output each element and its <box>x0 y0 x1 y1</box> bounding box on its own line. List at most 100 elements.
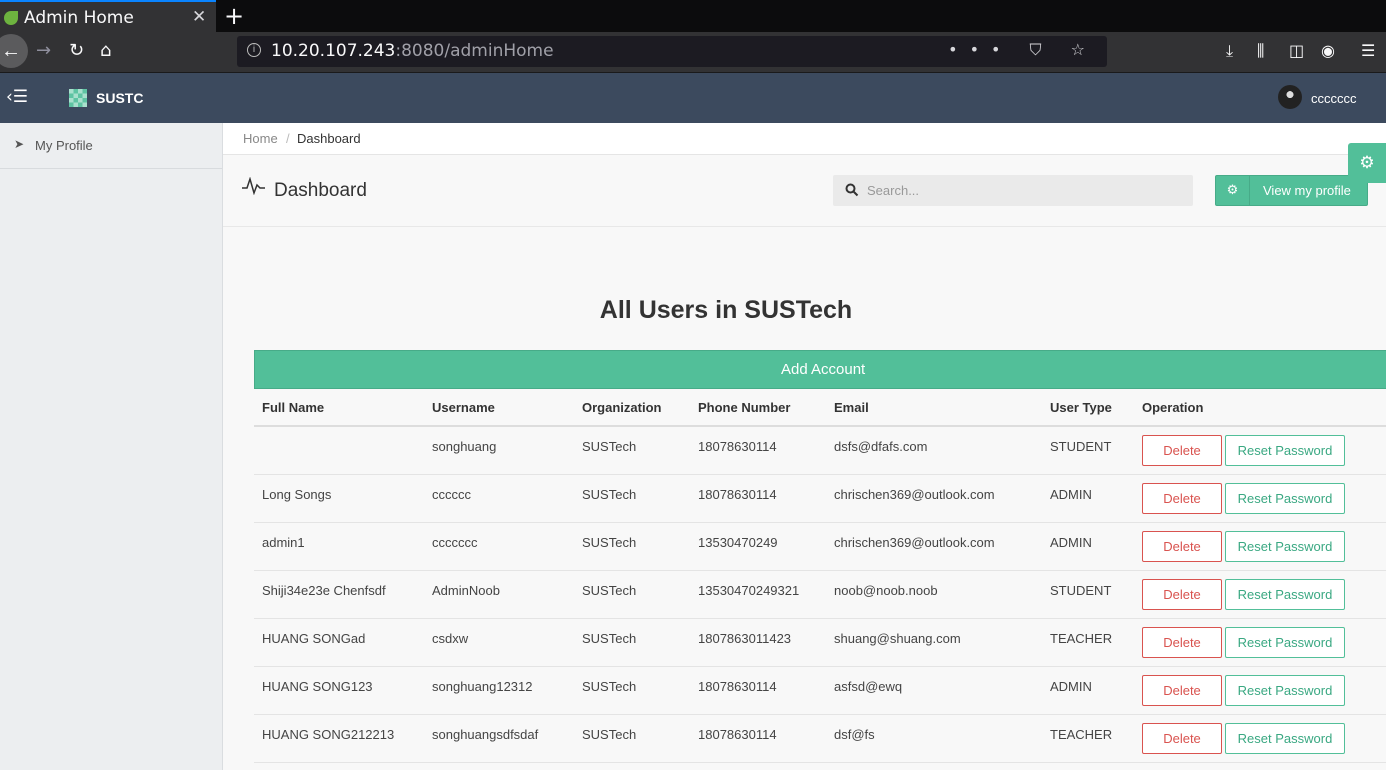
add-account-button[interactable]: Add Account <box>254 350 1386 389</box>
delete-button[interactable]: Delete <box>1142 531 1222 562</box>
url-path: :8080/adminHome <box>395 41 554 61</box>
table-row: HUANG SONGad csdxw SUSTech 1807863011423… <box>254 619 1386 667</box>
users-heading: All Users in SUSTech <box>223 296 1386 325</box>
cell-email: chrischen369@outlook.com <box>834 487 995 502</box>
cell-email: asfsd@ewq <box>834 679 903 694</box>
reset-password-button[interactable]: Reset Password <box>1225 483 1345 514</box>
breadcrumb-home-link[interactable]: Home <box>243 131 278 146</box>
table-row: HUANG SONG123 songhuang12312 SUSTech 180… <box>254 667 1386 715</box>
column-header-operation: Operation <box>1142 400 1204 415</box>
user-name[interactable]: ccccccc <box>1311 91 1357 106</box>
delete-button[interactable]: Delete <box>1142 627 1222 658</box>
cell-email: noob@noob.noob <box>834 583 938 598</box>
view-my-profile-button[interactable]: ⚙ View my profile <box>1215 175 1368 206</box>
gear-icon: ⚙ <box>1216 176 1250 205</box>
reload-icon[interactable]: ↻ <box>69 40 84 61</box>
leaf-favicon-icon <box>4 11 18 25</box>
reset-password-button[interactable]: Reset Password <box>1225 723 1345 754</box>
url-bar[interactable]: i 10.20.107.243:8080/adminHome ••• ⛉ ☆ <box>237 36 1107 67</box>
reset-password-button[interactable]: Reset Password <box>1225 579 1345 610</box>
column-header-full-name: Full Name <box>262 400 325 415</box>
delete-button[interactable]: Delete <box>1142 483 1222 514</box>
delete-button[interactable]: Delete <box>1142 579 1222 610</box>
page-actions-icons[interactable]: ••• ⛉ ☆ <box>948 40 1097 60</box>
cell-organization: SUSTech <box>582 583 637 598</box>
cell-phone: 18078630114 <box>698 439 777 454</box>
tab-title: Admin Home <box>24 8 134 28</box>
cell-phone: 1807863011423 <box>698 631 792 646</box>
cell-username: cccccc <box>432 487 471 502</box>
column-header-organization: Organization <box>582 400 662 415</box>
page-title: Dashboard <box>274 180 367 201</box>
cell-user-type: TEACHER <box>1050 631 1113 646</box>
cell-user-type: ADMIN <box>1050 487 1092 502</box>
column-header-email: Email <box>834 400 869 415</box>
page-header: Dashboard ⚙ View my profile <box>223 155 1386 227</box>
pulse-icon <box>242 177 265 195</box>
table-row: Shiji34e23e Chenfsdf AdminNoob SUSTech 1… <box>254 571 1386 619</box>
cell-user-type: STUDENT <box>1050 439 1112 454</box>
new-tab-button[interactable]: + <box>224 2 244 30</box>
breadcrumb: Home / Dashboard <box>223 123 1386 155</box>
reset-password-button[interactable]: Reset Password <box>1225 435 1345 466</box>
cell-phone: 18078630114 <box>698 679 777 694</box>
search-icon <box>845 183 859 197</box>
column-header-username: Username <box>432 400 495 415</box>
cell-full-name: HUANG SONG123 <box>262 679 373 694</box>
cell-username: ccccccc <box>432 535 478 550</box>
reset-password-button[interactable]: Reset Password <box>1225 627 1345 658</box>
cell-phone: 18078630114 <box>698 487 777 502</box>
reset-password-button[interactable]: Reset Password <box>1225 531 1345 562</box>
cell-full-name: admin1 <box>262 535 305 550</box>
cell-username: songhuangsdfsdaf <box>432 727 539 742</box>
browser-tab-bar: Admin Home ✕ + <box>0 0 1386 32</box>
cell-email: shuang@shuang.com <box>834 631 961 646</box>
cell-organization: SUSTech <box>582 439 637 454</box>
hamburger-menu-icon[interactable]: ☰ <box>1361 41 1375 60</box>
delete-button[interactable]: Delete <box>1142 723 1222 754</box>
back-arrow-icon[interactable]: ← <box>0 34 28 68</box>
cell-email: dsfs@dfafs.com <box>834 439 928 454</box>
table-row: HUANG SONG212213 songhuangsdfsdaf SUSTec… <box>254 715 1386 763</box>
cell-full-name: Shiji34e23e Chenfsdf <box>262 583 386 598</box>
home-icon[interactable]: ⌂ <box>100 40 111 61</box>
cell-full-name: HUANG SONG212213 <box>262 727 395 742</box>
search-box <box>833 175 1193 206</box>
sidebar: ➤ My Profile <box>0 123 223 770</box>
column-header-phone: Phone Number <box>698 400 791 415</box>
cell-organization: SUSTech <box>582 487 637 502</box>
settings-gear-button[interactable]: ⚙ <box>1348 143 1386 183</box>
column-header-user-type: User Type <box>1050 400 1112 415</box>
menu-toggle-icon[interactable]: ‹☰ <box>6 87 28 107</box>
library-icon[interactable]: ⫼ <box>1257 41 1264 61</box>
table-header: Full Name Username Organization Phone Nu… <box>254 389 1386 427</box>
reset-password-button[interactable]: Reset Password <box>1225 675 1345 706</box>
location-arrow-icon: ➤ <box>14 137 25 151</box>
account-icon[interactable]: ◉ <box>1321 41 1335 60</box>
brand-logo <box>69 89 87 107</box>
cell-phone: 13530470249 <box>698 535 778 550</box>
cell-phone: 13530470249321 <box>698 583 800 598</box>
brand-name[interactable]: SUSTC <box>96 90 143 106</box>
delete-button[interactable]: Delete <box>1142 675 1222 706</box>
cell-username: csdxw <box>432 631 469 646</box>
cell-user-type: TEACHER <box>1050 727 1113 742</box>
forward-arrow-icon[interactable]: → <box>36 40 51 61</box>
table-row: Long Songs cccccc SUSTech 18078630114 ch… <box>254 475 1386 523</box>
cell-user-type: ADMIN <box>1050 535 1092 550</box>
delete-button[interactable]: Delete <box>1142 435 1222 466</box>
site-info-icon[interactable]: i <box>247 43 261 57</box>
sidebar-item-my-profile[interactable]: ➤ My Profile <box>0 123 222 169</box>
sidebar-toggle-icon[interactable]: ◫ <box>1289 41 1304 60</box>
download-icon[interactable]: ⤓ <box>1226 41 1233 61</box>
search-input[interactable] <box>867 175 1187 206</box>
breadcrumb-separator: / <box>286 131 290 146</box>
avatar[interactable] <box>1278 85 1302 109</box>
users-heading-text: All Users in SUSTech <box>599 296 853 324</box>
tab-close-icon[interactable]: ✕ <box>192 7 206 27</box>
browser-tab-active[interactable]: Admin Home ✕ <box>0 0 216 32</box>
table-row: songhuang SUSTech 18078630114 dsfs@dfafs… <box>254 427 1386 475</box>
url-text[interactable]: 10.20.107.243:8080/adminHome <box>271 41 554 61</box>
browser-toolbar: ← → ↻ ⌂ i 10.20.107.243:8080/adminHome •… <box>0 32 1386 73</box>
app-header: ‹☰ SUSTC ccccccc <box>0 73 1386 123</box>
